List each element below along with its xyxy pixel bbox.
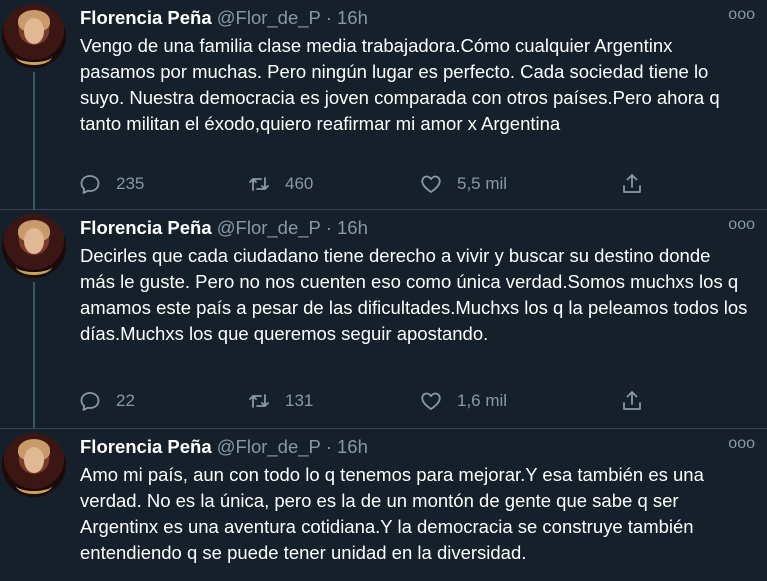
- tweet[interactable]: Florencia Peña @Flor_de_P · 16h ooo Deci…: [0, 210, 767, 429]
- tweet-text: Vengo de una familia clase media trabaja…: [80, 35, 720, 134]
- more-icon[interactable]: ooo: [728, 6, 755, 24]
- thread-line: [33, 282, 35, 429]
- avatar[interactable]: [2, 433, 66, 497]
- like-count: 1,6 mil: [457, 391, 508, 410]
- retweet-button[interactable]: 131: [247, 388, 313, 414]
- tweet-actions: 22 131 1,6 mil: [78, 388, 658, 414]
- avatar-necklace: [16, 477, 52, 494]
- retweet-count: 460: [285, 174, 314, 193]
- avatar-face: [24, 18, 44, 44]
- tweet-header: Florencia Peña @Flor_de_P · 16h: [80, 216, 767, 240]
- reply-button[interactable]: 235: [78, 171, 144, 197]
- tweet-header: Florencia Peña @Flor_de_P · 16h: [80, 6, 767, 30]
- display-name[interactable]: Florencia Peña: [80, 217, 212, 238]
- avatar-necklace: [16, 48, 52, 65]
- reply-button[interactable]: 22: [78, 388, 135, 414]
- share-button[interactable]: [620, 388, 658, 414]
- avatar[interactable]: [2, 214, 66, 278]
- reply-icon: [80, 392, 100, 411]
- tweet-actions: 235 460 5,5 mil: [78, 171, 658, 197]
- avatar-necklace: [16, 258, 52, 275]
- retweet-icon: [249, 394, 269, 408]
- tweet-header: Florencia Peña @Flor_de_P · 16h: [80, 435, 767, 459]
- display-name[interactable]: Florencia Peña: [80, 7, 212, 28]
- tweet[interactable]: Florencia Peña @Flor_de_P · 16h ooo Amo …: [0, 429, 767, 581]
- handle-and-time[interactable]: @Flor_de_P · 16h: [217, 7, 368, 28]
- reply-count: 22: [116, 391, 135, 410]
- retweet-button[interactable]: 460: [247, 171, 313, 197]
- reply-icon: [80, 175, 100, 194]
- share-button[interactable]: [620, 171, 658, 197]
- tweet-text: Decirles que cada ciudadano tiene derech…: [80, 245, 748, 344]
- display-name[interactable]: Florencia Peña: [80, 436, 212, 457]
- avatar-face: [24, 447, 44, 473]
- share-icon: [623, 174, 641, 193]
- retweet-count: 131: [285, 391, 314, 410]
- heart-icon: [421, 175, 441, 193]
- reply-count: 235: [116, 174, 145, 193]
- more-icon[interactable]: ooo: [728, 216, 755, 234]
- handle-and-time[interactable]: @Flor_de_P · 16h: [217, 436, 368, 457]
- avatar[interactable]: [2, 4, 66, 68]
- like-button[interactable]: 1,6 mil: [419, 388, 507, 414]
- handle-and-time[interactable]: @Flor_de_P · 16h: [217, 217, 368, 238]
- share-icon: [623, 391, 641, 410]
- tweet-text: Amo mi país, aun con todo lo q tenemos p…: [80, 464, 704, 563]
- heart-icon: [421, 392, 441, 410]
- retweet-icon: [249, 177, 269, 191]
- like-count: 5,5 mil: [457, 174, 508, 193]
- avatar-face: [24, 228, 44, 254]
- thread-line: [33, 72, 35, 210]
- more-icon[interactable]: ooo: [728, 435, 755, 453]
- like-button[interactable]: 5,5 mil: [419, 171, 507, 197]
- tweet[interactable]: Florencia Peña @Flor_de_P · 16h ooo Veng…: [0, 0, 767, 210]
